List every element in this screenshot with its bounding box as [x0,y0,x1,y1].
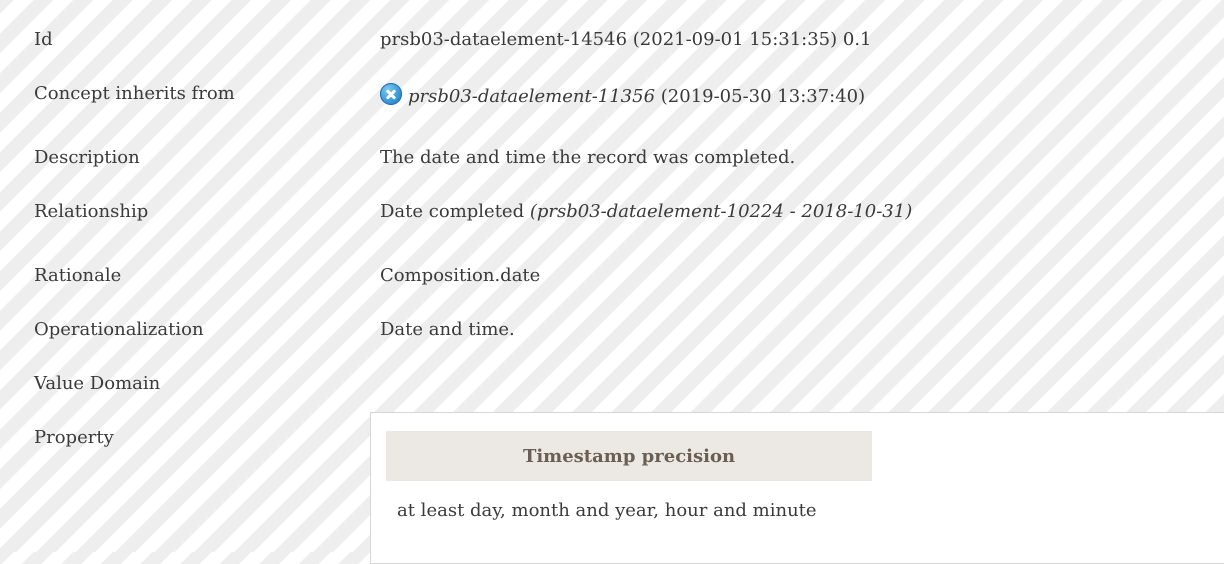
id-value: prsb03-dataelement-14546 (2021-09-01 15:… [380,29,872,50]
row-description: Description The date and time the record… [0,147,1224,187]
row-concept-inherits: Concept inherits from prsb03-dataelement… [0,83,1224,123]
property-panel: Timestamp precision at least day, month … [370,412,1224,564]
deprecated-x-icon [380,83,402,105]
relationship-ref: (prsb03-dataelement-10224 - 2018-10-31) [529,201,913,222]
id-label: Id [34,29,53,50]
description-label: Description [34,147,140,168]
value-domain-label: Value Domain [34,373,161,394]
rationale-label: Rationale [34,265,122,286]
property-label: Property [34,427,114,448]
row-value-domain: Value Domain [0,373,1224,413]
row-relationship: Relationship Date completed (prsb03-data… [0,201,1224,241]
rationale-value: Composition.date [380,265,541,286]
concept-inherits-label: Concept inherits from [34,83,235,104]
row-rationale: Rationale Composition.date [0,265,1224,305]
relationship-name: Date completed [380,201,530,222]
row-operationalization: Operationalization Date and time. [0,319,1224,359]
row-id: Id prsb03-dataelement-14546 (2021-09-01 … [0,29,1224,69]
concept-inherits-value: prsb03-dataelement-11356 (2019-05-30 13:… [380,83,865,107]
property-header: Timestamp precision [386,431,872,481]
operationalization-value: Date and time. [380,319,515,340]
operationalization-label: Operationalization [34,319,204,340]
relationship-value: Date completed (prsb03-dataelement-10224… [380,201,912,222]
property-value: at least day, month and year, hour and m… [397,500,817,521]
concept-inherits-link[interactable]: prsb03-dataelement-11356 [408,86,655,107]
concept-inherits-date: (2019-05-30 13:37:40) [655,86,866,107]
description-value: The date and time the record was complet… [380,147,796,168]
relationship-label: Relationship [34,201,149,222]
